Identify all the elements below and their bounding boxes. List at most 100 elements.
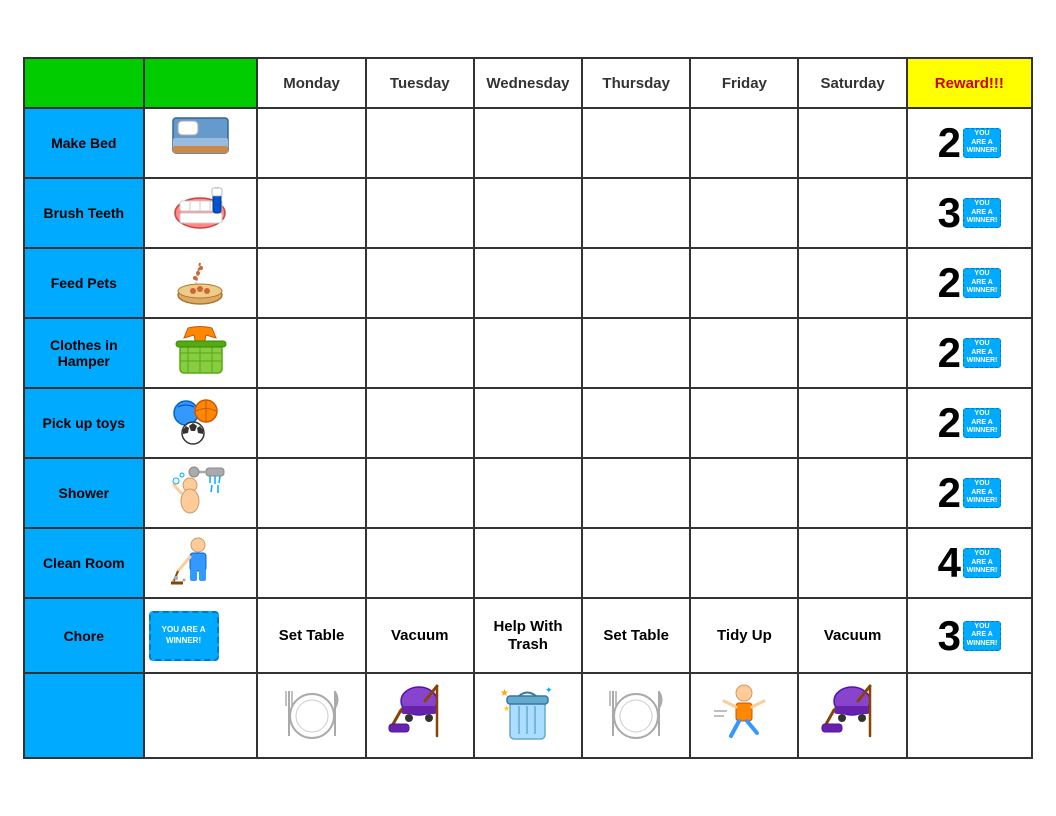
label-make-bed: Make Bed <box>24 108 144 178</box>
day-room-mon <box>257 528 365 598</box>
day-brush-tue <box>366 178 474 248</box>
day-pets-tue <box>366 248 474 318</box>
day-hamper-sat <box>798 318 906 388</box>
kid-icon <box>709 681 779 746</box>
chore-tue-text: Vacuum <box>391 627 449 644</box>
bottom-icon-friday <box>690 673 798 758</box>
chore-ticket: YOU ARE A WINNER! <box>149 611 219 661</box>
day-brush-mon <box>257 178 365 248</box>
icon-clothes-hamper <box>144 318 258 388</box>
day-make-bed-thu <box>582 108 690 178</box>
reward-clean-room: 4 YOU ARE A WINNER! <box>907 528 1032 598</box>
ticket-room: YOU ARE A WINNER! <box>963 548 1001 578</box>
day-pets-sat <box>798 248 906 318</box>
icon-shower <box>144 458 258 528</box>
bottom-col1 <box>24 673 144 758</box>
plate-icon-thu <box>601 681 671 746</box>
bottom-icon-thursday <box>582 673 690 758</box>
header-row: Monday Tuesday Wednesday Thursday Friday… <box>24 58 1032 108</box>
chore-fri-text: Tidy Up <box>717 627 772 644</box>
chore-wed-text: Help With Trash <box>493 618 562 653</box>
day-room-tue <box>366 528 474 598</box>
day-chore-mon: Set Table <box>257 598 365 673</box>
label-brush-teeth: Brush Teeth <box>24 178 144 248</box>
ticket-make-bed: YOU ARE A WINNER! <box>963 128 1001 158</box>
day-hamper-thu <box>582 318 690 388</box>
chore-mon-text: Set Table <box>279 627 345 644</box>
icon-pick-up-toys <box>144 388 258 458</box>
icon-chore: YOU ARE A WINNER! <box>144 598 258 673</box>
ticket-brush: YOU ARE A WINNER! <box>963 198 1001 228</box>
hamper-icon <box>168 323 233 378</box>
bottom-icon-saturday <box>798 673 906 758</box>
pets-icon <box>168 253 233 308</box>
day-pets-fri <box>690 248 798 318</box>
day-toys-mon <box>257 388 365 458</box>
day-hamper-wed <box>474 318 582 388</box>
day-make-bed-wed <box>474 108 582 178</box>
day-hamper-mon <box>257 318 365 388</box>
header-saturday: Saturday <box>798 58 906 108</box>
vacuum-icon-tue <box>387 681 452 746</box>
reward-pick-up-toys: 2 YOU ARE A WINNER! <box>907 388 1032 458</box>
teeth-icon <box>168 183 233 238</box>
header-wednesday: Wednesday <box>474 58 582 108</box>
header-friday: Friday <box>690 58 798 108</box>
chore-thu-text: Set Table <box>603 627 669 644</box>
reward-num-room: 4 <box>938 539 961 587</box>
day-hamper-fri <box>690 318 798 388</box>
day-brush-sat <box>798 178 906 248</box>
day-toys-fri <box>690 388 798 458</box>
day-make-bed-sat <box>798 108 906 178</box>
day-room-thu <box>582 528 690 598</box>
day-room-wed <box>474 528 582 598</box>
day-pets-thu <box>582 248 690 318</box>
bottom-icon-tuesday <box>366 673 474 758</box>
reward-brush-teeth: 3 YOU ARE A WINNER! <box>907 178 1032 248</box>
header-col2 <box>144 58 258 108</box>
reward-chore: 3 YOU ARE A WINNER! <box>907 598 1032 673</box>
plate-icon <box>277 681 347 746</box>
day-hamper-tue <box>366 318 474 388</box>
row-chore: Chore YOU ARE A WINNER! Set Table Vacuum… <box>24 598 1032 673</box>
bed-icon <box>168 113 233 168</box>
trash-icon: ★ ✦ ★ <box>495 681 560 746</box>
row-clean-room: Clean Room <box>24 528 1032 598</box>
day-chore-wed: Help With Trash <box>474 598 582 673</box>
reward-num-toys: 2 <box>938 399 961 447</box>
day-brush-thu <box>582 178 690 248</box>
row-pick-up-toys: Pick up toys 2 <box>24 388 1032 458</box>
day-chore-fri: Tidy Up <box>690 598 798 673</box>
day-shower-wed <box>474 458 582 528</box>
toys-icon <box>168 393 233 448</box>
ticket-hamper: YOU ARE A WINNER! <box>963 338 1001 368</box>
row-make-bed: Make Bed 2 YOU ARE A WINNER! <box>24 108 1032 178</box>
icon-feed-pets <box>144 248 258 318</box>
day-pets-wed <box>474 248 582 318</box>
day-room-sat <box>798 528 906 598</box>
label-chore: Chore <box>24 598 144 673</box>
day-brush-fri <box>690 178 798 248</box>
day-toys-thu <box>582 388 690 458</box>
reward-num-hamper: 2 <box>938 329 961 377</box>
row-clothes-hamper: Clothes in Hamper <box>24 318 1032 388</box>
label-pick-up-toys: Pick up toys <box>24 388 144 458</box>
header-tuesday: Tuesday <box>366 58 474 108</box>
reward-shower: 2 YOU ARE A WINNER! <box>907 458 1032 528</box>
reward-num-make-bed: 2 <box>938 119 961 167</box>
day-brush-wed <box>474 178 582 248</box>
icon-make-bed <box>144 108 258 178</box>
icon-clean-room <box>144 528 258 598</box>
day-room-fri <box>690 528 798 598</box>
bottom-col2 <box>144 673 258 758</box>
row-feed-pets: Feed Pets 2 <box>24 248 1032 318</box>
label-clean-room: Clean Room <box>24 528 144 598</box>
svg-text:✦: ✦ <box>545 685 553 695</box>
row-brush-teeth: Brush Teeth <box>24 178 1032 248</box>
day-chore-thu: Set Table <box>582 598 690 673</box>
reward-num-chore: 3 <box>938 612 961 660</box>
vacuum-icon-sat <box>820 681 885 746</box>
day-make-bed-tue <box>366 108 474 178</box>
label-feed-pets: Feed Pets <box>24 248 144 318</box>
header-col1 <box>24 58 144 108</box>
